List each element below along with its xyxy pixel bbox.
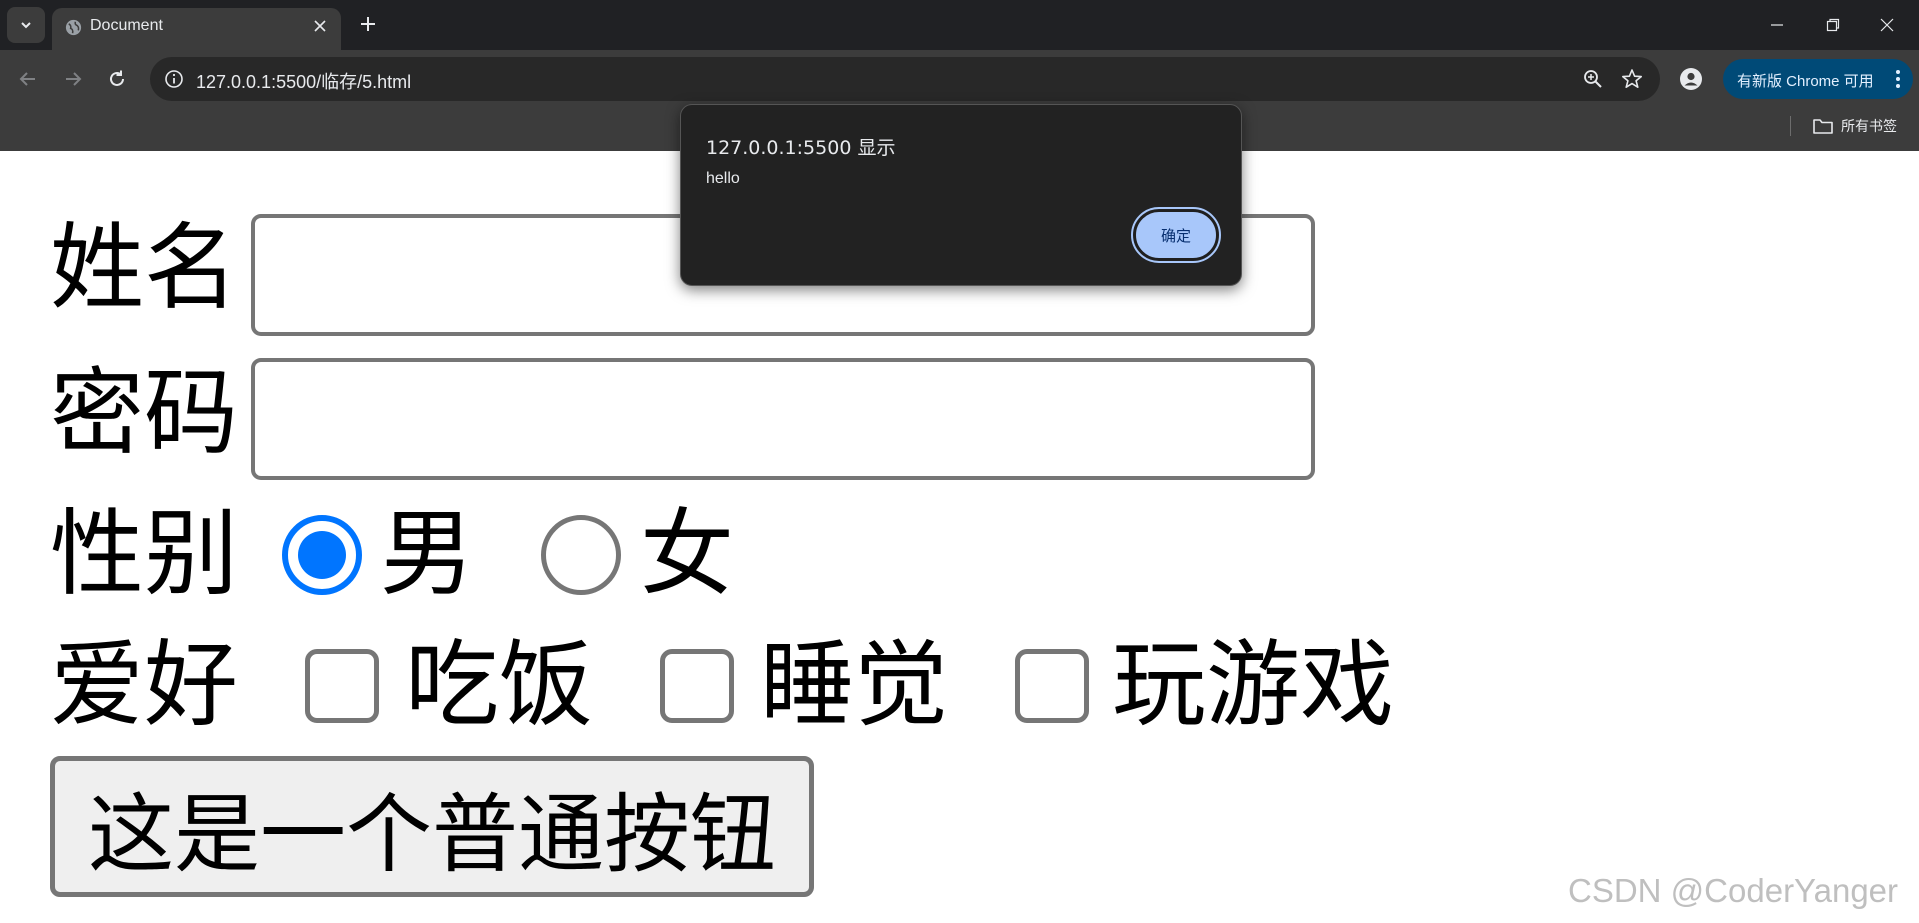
- gender-option-label: 男: [380, 500, 475, 609]
- restore-icon[interactable]: [1811, 6, 1855, 44]
- close-window-icon[interactable]: [1865, 6, 1909, 44]
- gender-radio-male[interactable]: [282, 515, 362, 595]
- hobby-label: 爱好: [50, 631, 239, 740]
- bookmarks-divider: [1790, 116, 1791, 136]
- chevron-down-icon: [21, 22, 31, 29]
- profile-icon[interactable]: [1676, 64, 1706, 94]
- globe-icon: [65, 19, 82, 36]
- plain-button[interactable]: 这是一个普通按钮: [50, 756, 814, 897]
- minimize-icon[interactable]: [1755, 6, 1799, 44]
- dialog-title: 127.0.0.1:5500 显示: [706, 137, 896, 159]
- browser-toolbar: 127.0.0.1:5500/临存/5.html 有新版 Chrome 可用: [0, 50, 1919, 108]
- tab-search-button[interactable]: [7, 7, 45, 43]
- hobby-option-label: 吃饭: [405, 631, 594, 740]
- tab-strip: Document: [0, 0, 1919, 50]
- hobby-checkbox-eat[interactable]: [305, 649, 379, 723]
- gender-option-label: 女: [640, 500, 735, 609]
- close-icon[interactable]: [309, 15, 331, 37]
- update-chrome-button[interactable]: 有新版 Chrome 可用: [1723, 59, 1913, 99]
- dialog-message: hello: [706, 170, 740, 187]
- hobby-option-label: 玩游戏: [1112, 631, 1395, 740]
- alert-dialog: 127.0.0.1:5500 显示 hello 确定: [680, 104, 1242, 286]
- reload-icon[interactable]: [100, 62, 134, 96]
- watermark: CSDN @CoderYanger: [1568, 872, 1899, 909]
- url-text: 127.0.0.1:5500/临存/5.html: [196, 72, 412, 92]
- address-bar[interactable]: 127.0.0.1:5500/临存/5.html: [150, 57, 1660, 101]
- star-icon[interactable]: [1620, 67, 1644, 91]
- tab-document[interactable]: Document: [52, 8, 341, 50]
- password-label: 密码: [50, 359, 239, 468]
- all-bookmarks-label[interactable]: 所有书签: [1841, 116, 1897, 136]
- name-label: 姓名: [50, 214, 239, 323]
- hobby-checkbox-sleep[interactable]: [660, 649, 734, 723]
- zoom-icon[interactable]: [1581, 67, 1605, 91]
- plus-icon[interactable]: [352, 9, 384, 41]
- password-input[interactable]: [251, 358, 1315, 480]
- arrow-right-icon[interactable]: [56, 62, 90, 96]
- hobby-checkbox-game[interactable]: [1015, 649, 1089, 723]
- dialog-ok-button[interactable]: 确定: [1131, 207, 1221, 263]
- kebab-menu-icon[interactable]: [1895, 68, 1901, 90]
- info-icon[interactable]: [164, 69, 184, 89]
- gender-label: 性别: [50, 500, 239, 609]
- folder-icon[interactable]: [1812, 117, 1834, 135]
- hobby-option-label: 睡觉: [760, 631, 949, 740]
- tab-title: Document: [90, 17, 163, 34]
- arrow-left-icon[interactable]: [11, 62, 45, 96]
- gender-radio-female[interactable]: [541, 515, 621, 595]
- update-chrome-label: 有新版 Chrome 可用: [1737, 73, 1874, 90]
